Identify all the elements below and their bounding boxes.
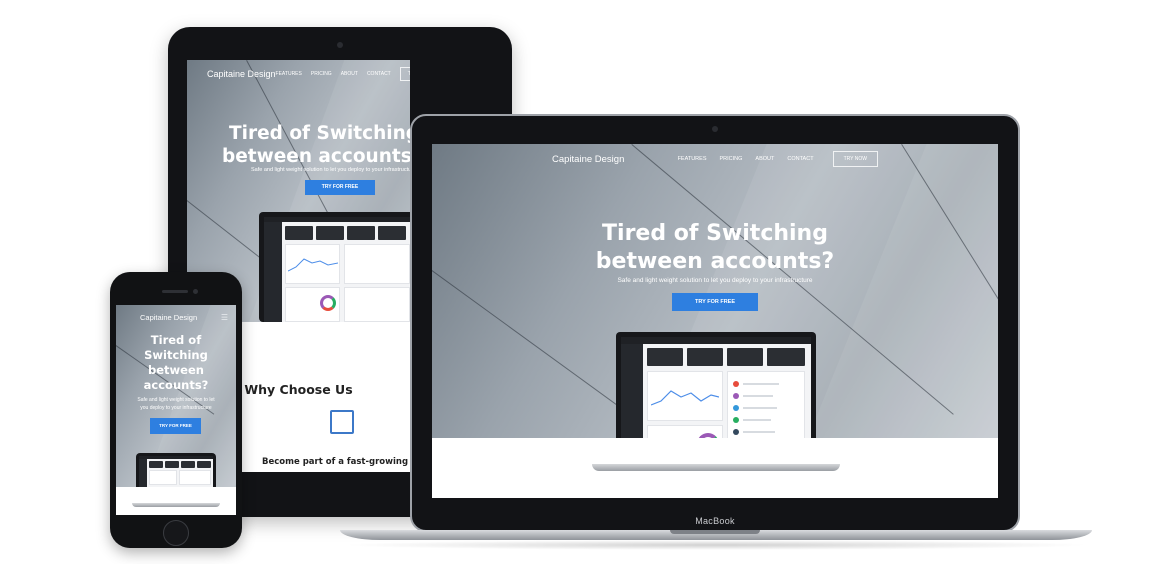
nav-features[interactable]: FEATURES: [276, 71, 302, 77]
laptop-try-now-button[interactable]: TRY NOW: [832, 151, 878, 167]
phone-hero: Capitaine Design ☰ Tired of Switching be…: [116, 305, 236, 487]
laptop-hero: Capitaine Design FEATURES PRICING ABOUT …: [432, 144, 998, 438]
laptop-screen: Capitaine Design FEATURES PRICING ABOUT …: [432, 144, 998, 498]
laptop-brand-label: MacBook: [695, 516, 735, 526]
tablet-nav: Capitaine Design FEATURES PRICING ABOUT …: [187, 60, 410, 88]
phone-screen: Capitaine Design ☰ Tired of Switching be…: [116, 305, 236, 515]
phone-camera: [193, 289, 198, 294]
laptop-nav-about[interactable]: ABOUT: [755, 156, 774, 162]
phone-cta-button[interactable]: TRY FOR FREE: [150, 418, 201, 434]
tablet-headline: Tired of Switching between accounts?: [222, 123, 410, 167]
phone-headline: Tired of Switching between accounts?: [143, 333, 209, 392]
brand-logo[interactable]: Capitaine Design: [207, 69, 276, 79]
laptop-subtitle: Safe and light weight solution to let yo…: [617, 277, 813, 284]
laptop-nav-pricing[interactable]: PRICING: [720, 156, 743, 162]
why-choose-subtitle: Become part of a fast-growing area of th: [262, 457, 410, 467]
laptop-headline: Tired of Switching between accounts?: [595, 221, 835, 274]
tablet-subtitle: Safe and light weight solution to let yo…: [251, 167, 410, 173]
laptop-camera: [712, 126, 718, 132]
tablet-camera: [337, 42, 343, 48]
nav-pricing[interactable]: PRICING: [311, 71, 332, 77]
phone-home-button: [163, 520, 189, 546]
tablet-cta-button[interactable]: TRY FOR FREE: [305, 180, 375, 195]
hamburger-menu-icon[interactable]: ☰: [221, 313, 228, 322]
laptop-cta-button[interactable]: TRY FOR FREE: [672, 293, 758, 311]
nav-contact[interactable]: CONTACT: [367, 71, 391, 77]
devices-icon: [330, 410, 354, 434]
laptop-dashboard-preview: [621, 337, 811, 438]
phone-dashboard-preview: [139, 456, 213, 487]
try-now-button[interactable]: TRY NOW: [399, 67, 410, 81]
laptop-brand-logo[interactable]: Capitaine Design: [552, 154, 624, 165]
nav-about[interactable]: ABOUT: [341, 71, 358, 77]
phone-speaker: [162, 290, 188, 293]
laptop-nav-features[interactable]: FEATURES: [678, 156, 707, 162]
phone-subtitle: Safe and light weight solution to let yo…: [137, 397, 215, 411]
laptop-nav: Capitaine Design FEATURES PRICING ABOUT …: [432, 144, 998, 174]
tablet-dashboard-preview: [264, 217, 410, 322]
phone-brand-logo[interactable]: Capitaine Design: [140, 313, 197, 322]
laptop-nav-contact[interactable]: CONTACT: [787, 156, 813, 162]
phone-nav: Capitaine Design ☰: [116, 305, 236, 329]
